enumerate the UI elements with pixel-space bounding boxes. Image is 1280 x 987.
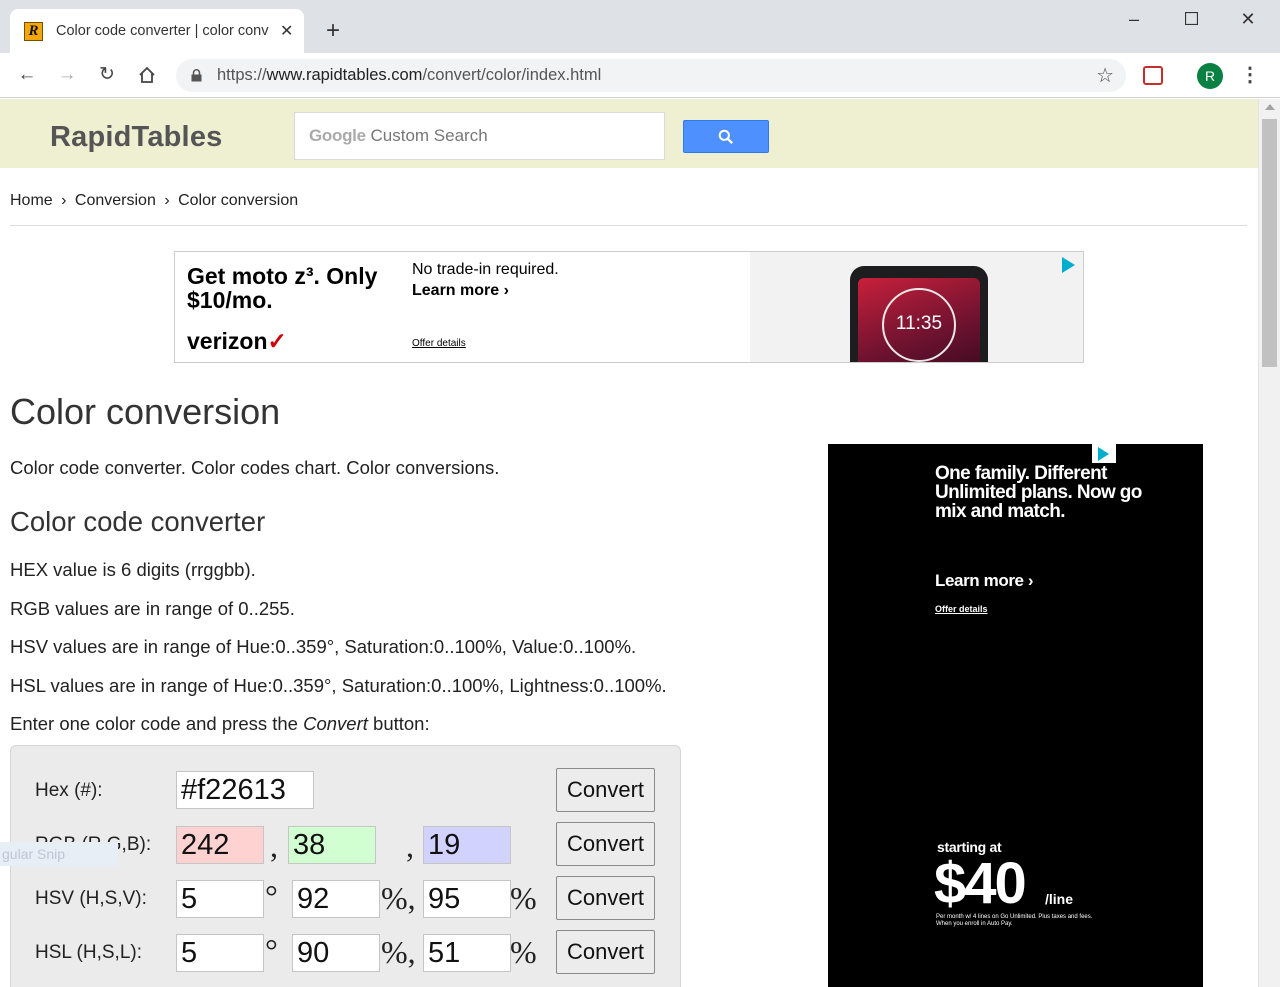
page-title: Color conversion (10, 391, 281, 432)
color-converter-form: Hex (#): #f22613 Convert RGB (R,G,B): 24… (10, 745, 681, 987)
degree-symbol: ° (265, 932, 278, 968)
degree-symbol: ° (265, 878, 278, 914)
address-bar[interactable]: https://www.rapidtables.com/convert/colo… (176, 59, 1126, 92)
browser-tab[interactable]: R Color code converter | color conv ✕ (10, 9, 304, 53)
adchoices-icon[interactable] (1062, 257, 1075, 273)
breadcrumb: Home › Conversion › Color conversion (10, 192, 298, 210)
reload-icon[interactable]: ↻ (93, 61, 121, 89)
section-title: Color code converter (10, 506, 266, 537)
ad-headline: Get moto z³. Only $10/mo. (187, 263, 378, 313)
hsl-h-input[interactable]: 5 (176, 934, 264, 972)
phone-image: 11:35 (850, 266, 988, 362)
hsl-info: HSL values are in range of Hue:0..359°, … (10, 675, 667, 696)
bookmark-star-icon[interactable]: ☆ (1096, 63, 1114, 88)
convert-hex-button[interactable]: Convert (556, 768, 655, 812)
banner-ad[interactable]: Get moto z³. Only $10/mo. verizon✓ No tr… (174, 251, 1084, 363)
site-header: RapidTables Google Custom Search (0, 99, 1258, 168)
scrollbar-thumb[interactable] (1262, 119, 1277, 367)
rgb-g-input[interactable]: 38 (288, 826, 376, 864)
profile-avatar[interactable]: R (1197, 63, 1223, 89)
new-tab-button[interactable]: + (326, 16, 340, 46)
percent-symbol: % (510, 880, 537, 916)
ad-fine-print: Per month w/ 4 lines on Go Unlimited. Pl… (936, 914, 1093, 927)
browser-menu-icon[interactable]: ⋮ (1240, 63, 1260, 89)
hsv-v-input[interactable]: 95 (423, 880, 511, 918)
adchoices-icon[interactable] (1092, 444, 1116, 463)
rapidtables-favicon-icon: R (24, 21, 43, 41)
hsv-h-input[interactable]: 5 (176, 880, 264, 918)
rgb-separator: , (270, 828, 278, 864)
ad-subtext: No trade-in required. (412, 261, 559, 278)
divider (10, 225, 1247, 226)
hsl-s-input[interactable]: 90 (292, 934, 380, 972)
hsl-l-input[interactable]: 51 (423, 934, 511, 972)
breadcrumb-separator: › (164, 192, 170, 209)
ad-headline: One family. Different Unlimited plans. N… (935, 463, 1142, 522)
ad-image: 11:35 (750, 252, 1083, 362)
search-placeholder: Custom Search (365, 126, 488, 145)
rgb-r-input[interactable]: 242 (176, 826, 264, 864)
hex-info: HEX value is 6 digits (rrggbb). (10, 559, 256, 580)
convert-rgb-button[interactable]: Convert (556, 822, 655, 866)
page-scrollbar[interactable] (1258, 99, 1280, 987)
breadcrumb-home[interactable]: Home (10, 192, 53, 209)
ad-price-unit: /line (1045, 891, 1074, 907)
search-input[interactable]: Google Custom Search (294, 112, 665, 160)
url-text[interactable]: https://www.rapidtables.com/convert/colo… (217, 66, 601, 85)
minimize-icon[interactable]: – (1114, 6, 1154, 32)
percent-symbol: % (510, 934, 537, 970)
convert-hsv-button[interactable]: Convert (556, 876, 655, 920)
web-page: RapidTables Google Custom Search Home › … (0, 99, 1258, 987)
phone-screen: 11:35 (858, 278, 980, 362)
sidebar-ad[interactable]: One family. Different Unlimited plans. N… (828, 444, 1203, 987)
ad-offer-details-link[interactable]: Offer details (412, 338, 466, 349)
phone-clock: 11:35 (882, 288, 956, 362)
close-tab-icon[interactable]: ✕ (280, 21, 293, 41)
browser-toolbar: ← → ↻ https://www.rapidtables.com/conver… (0, 53, 1280, 98)
site-logo[interactable]: RapidTables (50, 121, 222, 154)
hex-input[interactable]: #f22613 (176, 771, 314, 809)
extension-icon[interactable] (1143, 66, 1163, 85)
scroll-up-arrow-icon[interactable] (1265, 104, 1275, 110)
home-icon[interactable] (133, 61, 161, 89)
hsv-label: HSV (H,S,V): (35, 888, 147, 909)
ad-price: $40 (934, 851, 1027, 916)
rgb-b-input[interactable]: 19 (423, 826, 511, 864)
breadcrumb-conversion[interactable]: Conversion (75, 192, 156, 209)
verizon-logo: verizon✓ (187, 328, 287, 354)
percent-separator: %, (381, 934, 416, 970)
ad-offer-details-link[interactable]: Offer details (935, 604, 988, 614)
breadcrumb-current[interactable]: Color conversion (178, 192, 298, 209)
convert-hsl-button[interactable]: Convert (556, 930, 655, 974)
forward-icon[interactable]: → (53, 61, 81, 89)
intro-text: Color code converter. Color codes chart.… (10, 457, 500, 478)
google-watermark: Google (309, 126, 366, 145)
search-button[interactable] (683, 120, 769, 153)
instructions-text: Enter one color code and press the Conve… (10, 713, 430, 734)
hsv-info: HSV values are in range of Hue:0..359°, … (10, 636, 637, 657)
ad-learn-more-link[interactable]: Learn more › (412, 282, 509, 300)
rgb-info: RGB values are in range of 0..255. (10, 598, 295, 619)
search-icon (718, 129, 734, 145)
snip-tool-overlay: gular Snip (0, 842, 118, 866)
lock-icon (191, 69, 202, 82)
maximize-icon[interactable] (1171, 6, 1211, 32)
ad-learn-more-link[interactable]: Learn more › (935, 571, 1034, 591)
close-window-icon[interactable]: ✕ (1228, 6, 1268, 32)
percent-separator: %, (381, 880, 416, 916)
tab-bar: R Color code converter | color conv ✕ + … (0, 0, 1280, 53)
breadcrumb-separator: › (61, 192, 67, 209)
hex-label: Hex (#): (35, 780, 103, 801)
rgb-separator: , (406, 828, 414, 864)
hsv-s-input[interactable]: 92 (292, 880, 380, 918)
back-icon[interactable]: ← (13, 61, 41, 89)
hsl-label: HSL (H,S,L): (35, 942, 142, 963)
tab-title: Color code converter | color conv (56, 23, 269, 39)
